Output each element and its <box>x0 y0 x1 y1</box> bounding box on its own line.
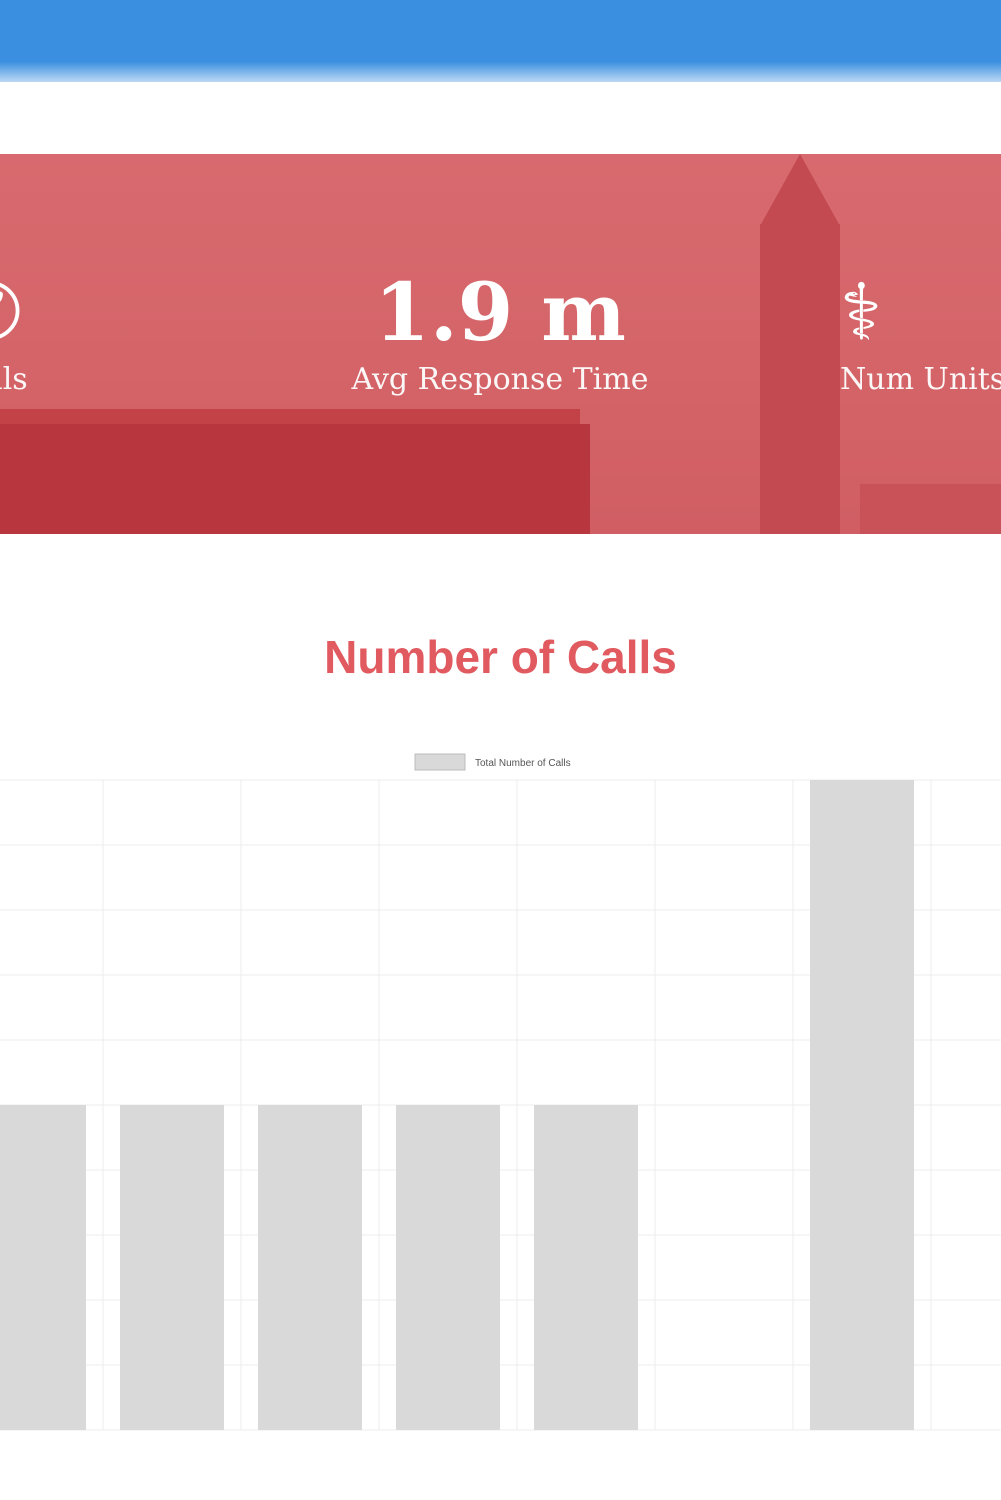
chart-bar[interactable] <box>810 780 914 1430</box>
header-spacer <box>0 82 1001 154</box>
hero-tower-spire <box>760 154 840 226</box>
stat-num-units: ⚕ Num Units <box>840 264 1001 400</box>
top-app-bar <box>0 0 1001 82</box>
chart-bar[interactable] <box>534 1105 638 1430</box>
hero-tower-image <box>760 224 840 534</box>
chart-bar[interactable] <box>396 1105 500 1430</box>
stat-calls: ✆ Calls <box>0 264 140 400</box>
hero-building-image <box>0 424 590 534</box>
hero-background-shape <box>860 484 1001 534</box>
legend-swatch[interactable] <box>414 753 466 771</box>
chart-title: Number of Calls <box>324 631 677 683</box>
ambulance-icon: ⚕ <box>840 268 883 356</box>
stat-calls-label: Calls <box>0 362 28 397</box>
legend-label[interactable]: Total Number of Calls <box>475 758 571 769</box>
stat-avg-response-time: 1.9 m Avg Response Time <box>330 264 670 400</box>
number-of-calls-chart: Total Number of Calls <box>0 753 1001 1431</box>
stat-avg-response-time-value: 1.9 m <box>374 265 626 359</box>
hero-banner: ✆ Calls 1.9 m Avg Response Time ⚕ Num Un… <box>0 154 1001 534</box>
phone-icon: ✆ <box>0 264 140 360</box>
chart-bar[interactable] <box>120 1105 224 1430</box>
stat-avg-response-time-label: Avg Response Time <box>351 362 649 397</box>
chart-bar[interactable] <box>0 1105 86 1430</box>
stat-num-units-label: Num Units <box>840 362 1001 397</box>
chart-bar[interactable] <box>258 1105 362 1430</box>
chart-legend[interactable]: Total Number of Calls <box>414 753 571 771</box>
